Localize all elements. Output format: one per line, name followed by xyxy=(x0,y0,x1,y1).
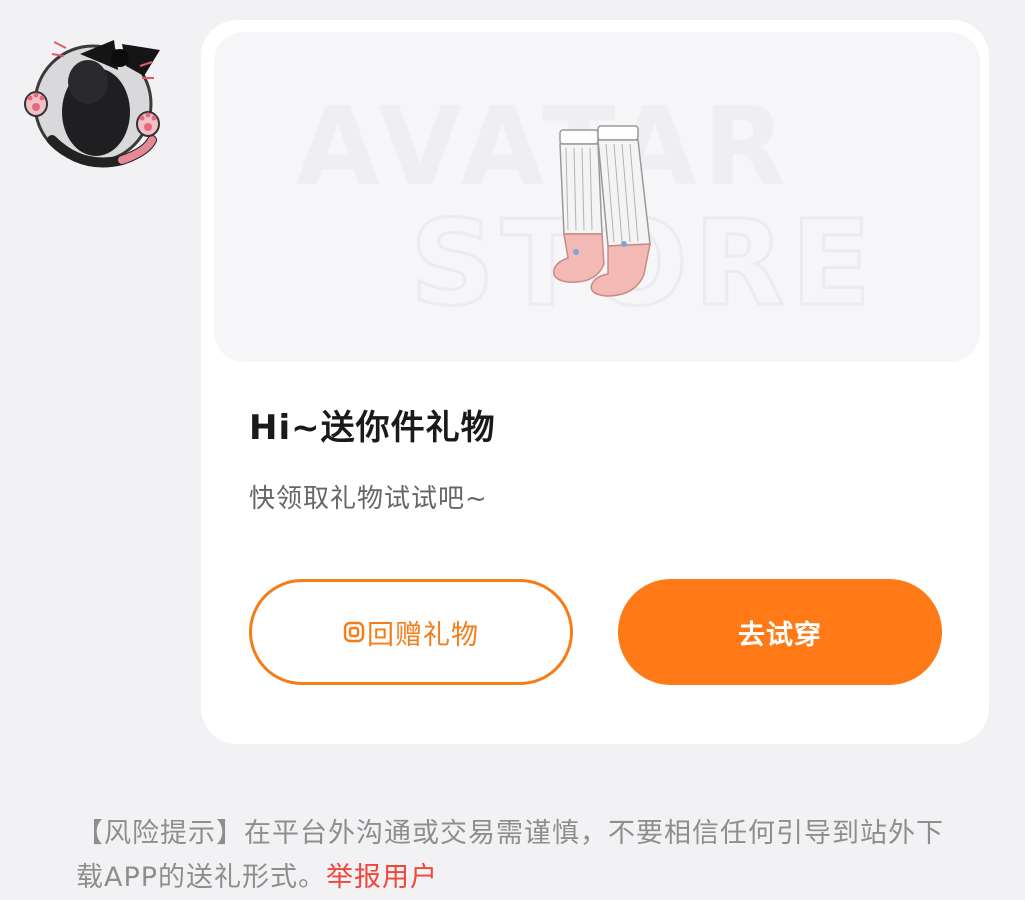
gift-back-label: 回赠礼物 xyxy=(367,619,479,651)
gift-subtitle: 快领取礼物试试吧~ xyxy=(249,484,488,514)
socks-item-icon xyxy=(553,125,651,297)
gift-back-icon xyxy=(343,621,365,643)
avatar[interactable] xyxy=(22,20,164,172)
report-user-link[interactable]: 举报用户 xyxy=(326,862,438,893)
cat-girl-avatar-icon xyxy=(24,40,160,168)
svg-text:AVATAR: AVATAR xyxy=(296,85,792,210)
try-on-button[interactable]: 去试穿 xyxy=(618,579,942,685)
risk-notice-text: 【风险提示】在平台外沟通或交易需谨慎，不要相信任何引导到站外下载APP的送礼形式… xyxy=(76,818,944,893)
gift-title: Hi~送你件礼物 xyxy=(249,408,496,448)
gift-card: AVATAR STORE xyxy=(201,20,989,744)
risk-notice: 【风险提示】在平台外沟通或交易需谨慎，不要相信任何引导到站外下载APP的送礼形式… xyxy=(76,812,966,900)
gift-back-button[interactable]: 回赠礼物 xyxy=(249,579,573,685)
item-banner: AVATAR STORE xyxy=(214,32,980,362)
try-on-label: 去试穿 xyxy=(738,619,822,651)
